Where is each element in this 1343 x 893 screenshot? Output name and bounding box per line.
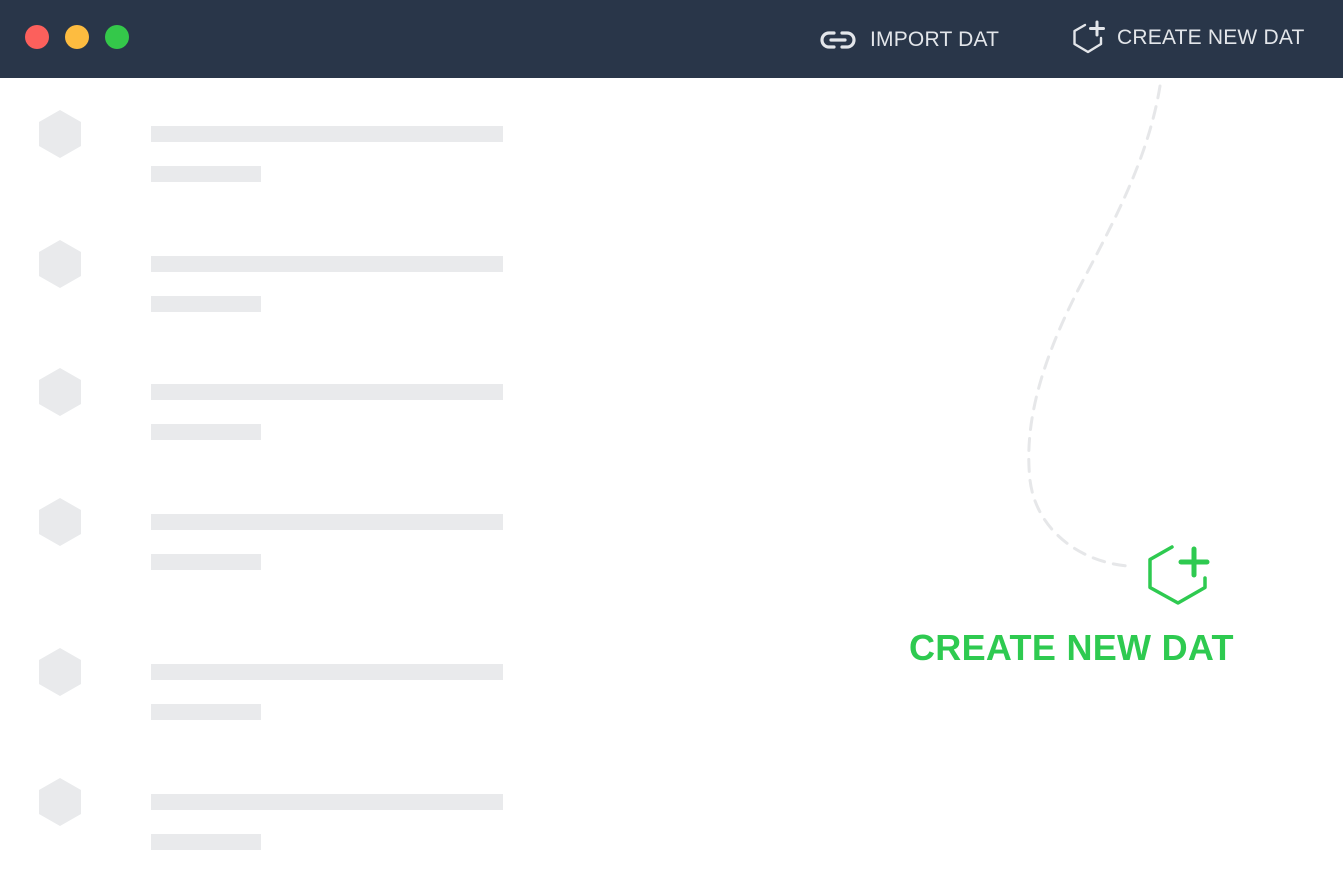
skeleton-title-line (151, 384, 503, 400)
skeleton-row (0, 498, 560, 588)
skeleton-subtitle-line (151, 296, 261, 312)
skeleton-hexagon-icon (39, 240, 81, 288)
skeleton-subtitle-line (151, 554, 261, 570)
create-new-dat-cta-label: CREATE NEW DAT (909, 627, 1234, 668)
skeleton-hexagon-icon (39, 778, 81, 826)
hexagon-plus-icon (1147, 542, 1213, 613)
skeleton-row (0, 240, 560, 330)
skeleton-subtitle-line (151, 166, 261, 182)
import-dat-label: IMPORT DAT (870, 28, 1000, 51)
create-new-dat-cta[interactable]: CREATE NEW DAT (900, 540, 1234, 680)
close-window-button[interactable] (25, 25, 49, 49)
skeleton-hexagon-icon (39, 498, 81, 546)
link-icon (820, 29, 856, 51)
skeleton-title-line (151, 794, 503, 810)
skeleton-subtitle-line (151, 704, 261, 720)
skeleton-title-line (151, 126, 503, 142)
skeleton-title-line (151, 256, 503, 272)
titlebar: IMPORT DAT CREATE NEW DAT (0, 0, 1343, 78)
skeleton-hexagon-icon (39, 648, 81, 696)
maximize-window-button[interactable] (105, 25, 129, 49)
import-dat-button[interactable]: IMPORT DAT (820, 20, 999, 60)
skeleton-subtitle-line (151, 834, 261, 850)
skeleton-title-line (151, 514, 503, 530)
skeleton-hexagon-icon (39, 110, 81, 158)
skeleton-subtitle-line (151, 424, 261, 440)
create-new-dat-button[interactable]: CREATE NEW DAT (1071, 18, 1305, 58)
skeleton-row (0, 368, 560, 458)
skeleton-hexagon-icon (39, 368, 81, 416)
app-window: IMPORT DAT CREATE NEW DAT CREATE NEW DAT (0, 0, 1343, 893)
skeleton-row (0, 648, 560, 738)
skeleton-row (0, 110, 560, 200)
skeleton-title-line (151, 664, 503, 680)
create-new-dat-label: CREATE NEW DAT (1117, 26, 1305, 49)
hexagon-plus-icon (1071, 20, 1107, 56)
minimize-window-button[interactable] (65, 25, 89, 49)
dat-list-placeholder (0, 78, 560, 893)
skeleton-row (0, 778, 560, 868)
